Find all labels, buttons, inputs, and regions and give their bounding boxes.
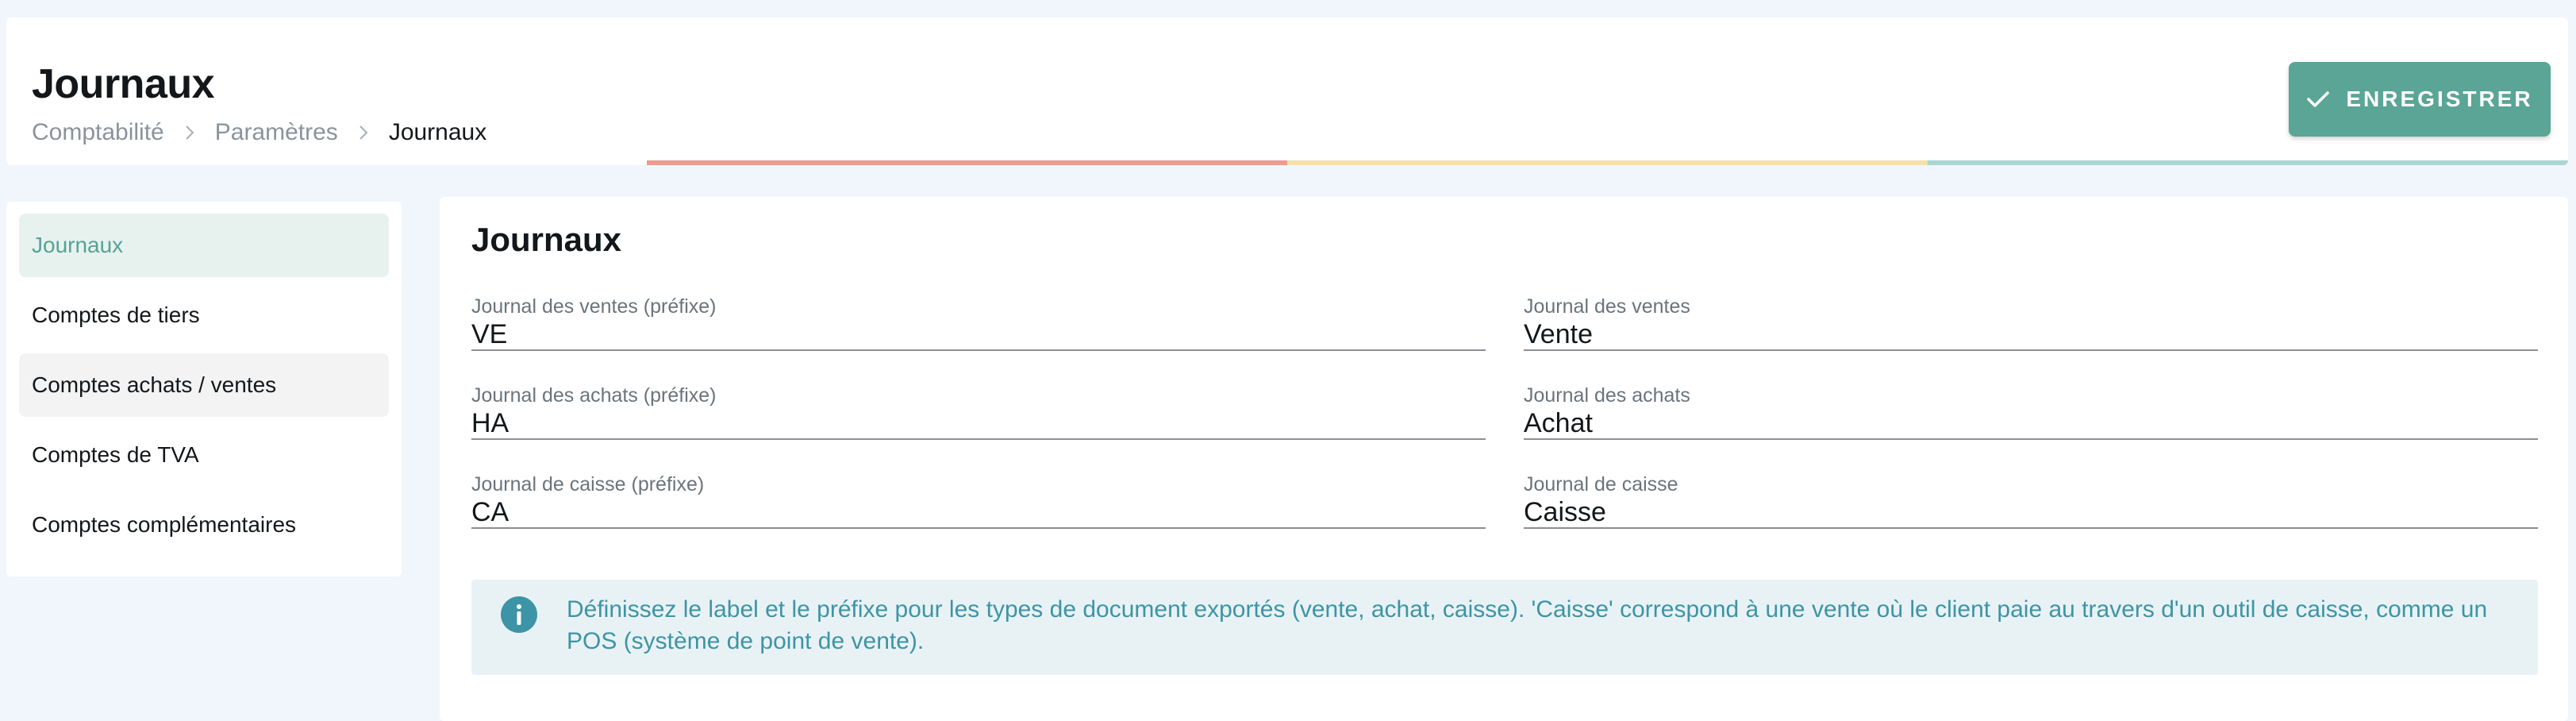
field-label: Journal des ventes (préfixe) xyxy=(471,295,717,318)
chevron-right-icon xyxy=(185,125,194,141)
journal-ventes-prefix-input[interactable] xyxy=(471,319,1486,351)
sidebar-item-label: Comptes achats / ventes xyxy=(32,372,277,397)
breadcrumb-item-comptabilite[interactable]: Comptabilité xyxy=(32,119,164,146)
journal-ventes-input[interactable] xyxy=(1524,319,2538,351)
header-color-bar xyxy=(6,160,2568,165)
color-bar-segment xyxy=(1287,160,1928,165)
journal-achats-prefix-input[interactable] xyxy=(471,408,1486,440)
sidebar-item-label: Comptes de TVA xyxy=(32,442,199,467)
sidebar-item-journaux[interactable]: Journaux xyxy=(19,214,389,277)
sidebar-item-label: Journaux xyxy=(32,233,124,257)
info-text: Définissez le label et le préfixe pour l… xyxy=(567,596,2488,654)
journaux-panel: Journaux Journal des ventes (préfixe) Jo… xyxy=(440,197,2568,721)
journal-caisse-field: Journal de caisse xyxy=(1524,462,2538,529)
color-bar-segment xyxy=(6,160,647,165)
page-header: Journaux Comptabilité Paramètres Journau… xyxy=(6,17,2568,165)
page-title: Journaux xyxy=(32,61,215,107)
journal-achats-input[interactable] xyxy=(1524,408,2538,440)
journal-achats-field: Journal des achats xyxy=(1524,373,2538,440)
color-bar-segment xyxy=(647,160,1287,165)
save-button[interactable]: ENREGISTRER xyxy=(2289,62,2551,137)
info-icon xyxy=(501,596,537,633)
field-label: Journal de caisse (préfixe) xyxy=(471,473,705,495)
sidebar-item-comptes-de-tiers[interactable]: Comptes de tiers xyxy=(19,283,389,347)
field-label: Journal des ventes xyxy=(1524,295,1690,318)
info-alert: Définissez le label et le préfixe pour l… xyxy=(471,580,2538,675)
sidebar-item-comptes-complementaires[interactable]: Comptes complémentaires xyxy=(19,493,389,557)
field-label: Journal des achats (préfixe) xyxy=(471,384,717,407)
journal-caisse-prefix-field: Journal de caisse (préfixe) xyxy=(471,462,1486,529)
field-label: Journal de caisse xyxy=(1524,473,1678,495)
sidebar-item-label: Comptes complémentaires xyxy=(32,512,297,537)
section-title: Journaux xyxy=(471,221,622,258)
journal-ventes-prefix-field: Journal des ventes (préfixe) xyxy=(471,284,1486,351)
save-button-label: ENREGISTRER xyxy=(2346,87,2533,111)
sidebar-item-comptes-de-tva[interactable]: Comptes de TVA xyxy=(19,423,389,487)
sidebar-item-label: Comptes de tiers xyxy=(32,303,200,327)
sidebar-item-comptes-achats-ventes[interactable]: Comptes achats / ventes xyxy=(19,353,389,417)
journal-caisse-prefix-input[interactable] xyxy=(471,497,1486,529)
journal-achats-prefix-field: Journal des achats (préfixe) xyxy=(471,373,1486,440)
breadcrumb-item-parametres[interactable]: Paramètres xyxy=(215,119,338,146)
breadcrumb: Comptabilité Paramètres Journaux xyxy=(32,119,486,146)
color-bar-segment xyxy=(1928,160,2568,165)
breadcrumb-item-journaux: Journaux xyxy=(388,119,487,145)
check-icon xyxy=(2307,91,2330,107)
settings-sidebar: Journaux Comptes de tiers Comptes achats… xyxy=(6,202,402,576)
journal-ventes-field: Journal des ventes xyxy=(1524,284,2538,351)
journal-caisse-input[interactable] xyxy=(1524,497,2538,529)
chevron-right-icon xyxy=(359,125,368,141)
field-label: Journal des achats xyxy=(1524,384,1690,407)
